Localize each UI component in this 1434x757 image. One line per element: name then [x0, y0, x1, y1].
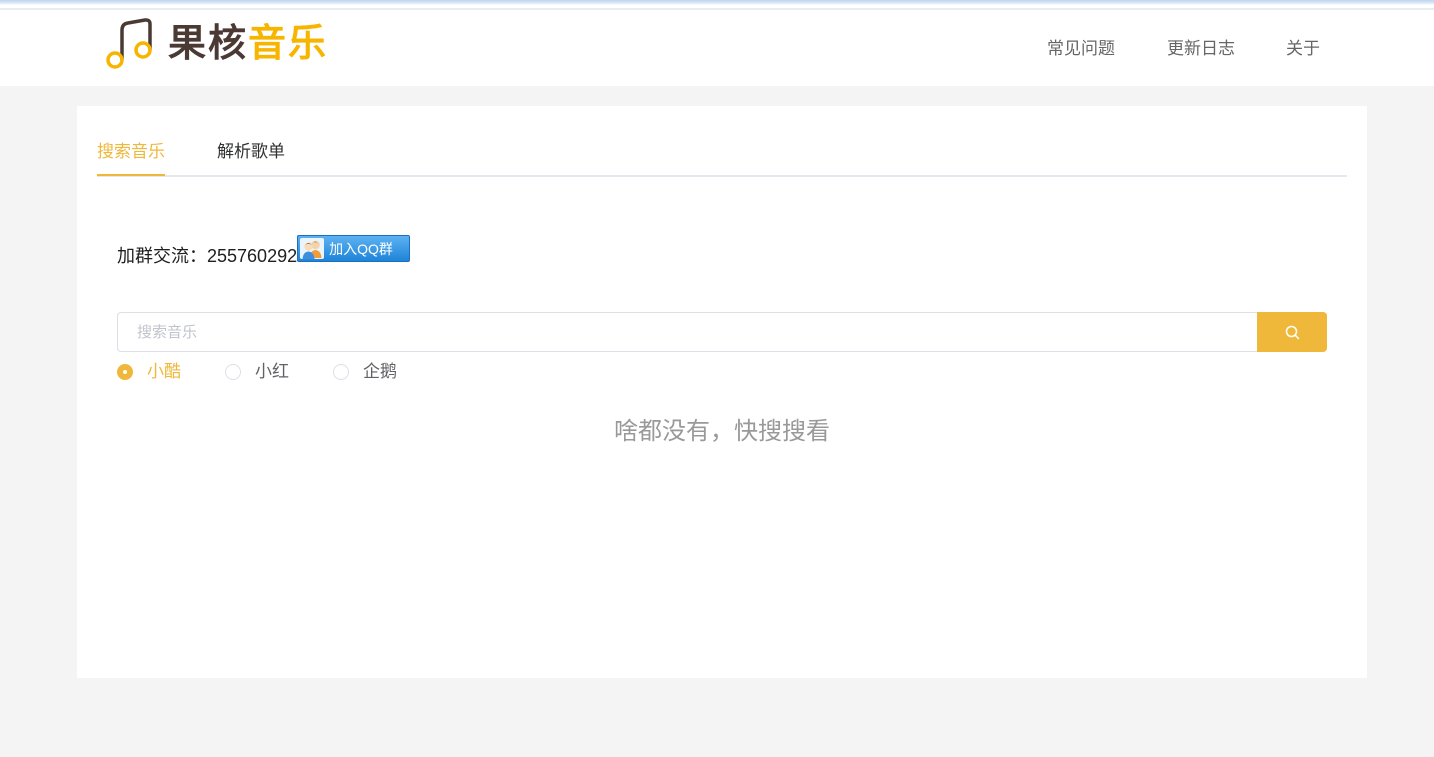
logo-text: 果核音乐 [168, 22, 328, 66]
source-radio-kuwo[interactable]: 小酷 [117, 362, 197, 382]
search-button[interactable] [1257, 312, 1327, 352]
radio-label: 企鹅 [363, 362, 397, 381]
join-qq-group-label: 加入QQ群 [329, 240, 393, 257]
radio-indicator [117, 364, 133, 380]
radio-indicator [225, 364, 241, 380]
search-input[interactable] [117, 312, 1257, 352]
nav-changelog[interactable]: 更新日志 [1167, 39, 1235, 59]
radio-indicator [333, 364, 349, 380]
empty-results-message: 啥都没有，快搜搜看 [614, 418, 830, 445]
qq-group-label: 加群交流： [117, 246, 207, 266]
site-logo[interactable]: 果核音乐 [103, 18, 335, 70]
join-qq-group-button[interactable]: 加入QQ群 [297, 235, 411, 262]
qq-group-icon [300, 238, 325, 259]
radio-label: 小红 [255, 362, 289, 381]
nav-about[interactable]: 关于 [1286, 39, 1320, 59]
tab-search-music[interactable]: 搜索音乐 [97, 142, 165, 176]
site-header: 果核音乐 常见问题 更新日志 关于 [0, 10, 1434, 86]
nav-faq[interactable]: 常见问题 [1047, 39, 1115, 59]
qq-group-number: 255760292 [207, 246, 298, 266]
music-note-icon [106, 18, 152, 69]
qq-group-row: 加群交流： 255760292 加入QQ群 [117, 232, 411, 267]
search-icon [1285, 325, 1299, 339]
main-card: 搜索音乐 解析歌单 加群交流： 255760292 加入QQ群 搜索音乐 小酷 … [77, 106, 1367, 678]
window-top-border [0, 0, 1434, 10]
source-radio-qiee[interactable]: 企鹅 [333, 362, 413, 382]
radio-label: 小酷 [147, 362, 181, 381]
logo-text-accent: 音乐 [248, 23, 329, 65]
logo-text-primary: 果核 [168, 23, 249, 65]
source-radio-xiaohong[interactable]: 小红 [225, 362, 305, 382]
tab-parse-playlist[interactable]: 解析歌单 [217, 142, 285, 176]
